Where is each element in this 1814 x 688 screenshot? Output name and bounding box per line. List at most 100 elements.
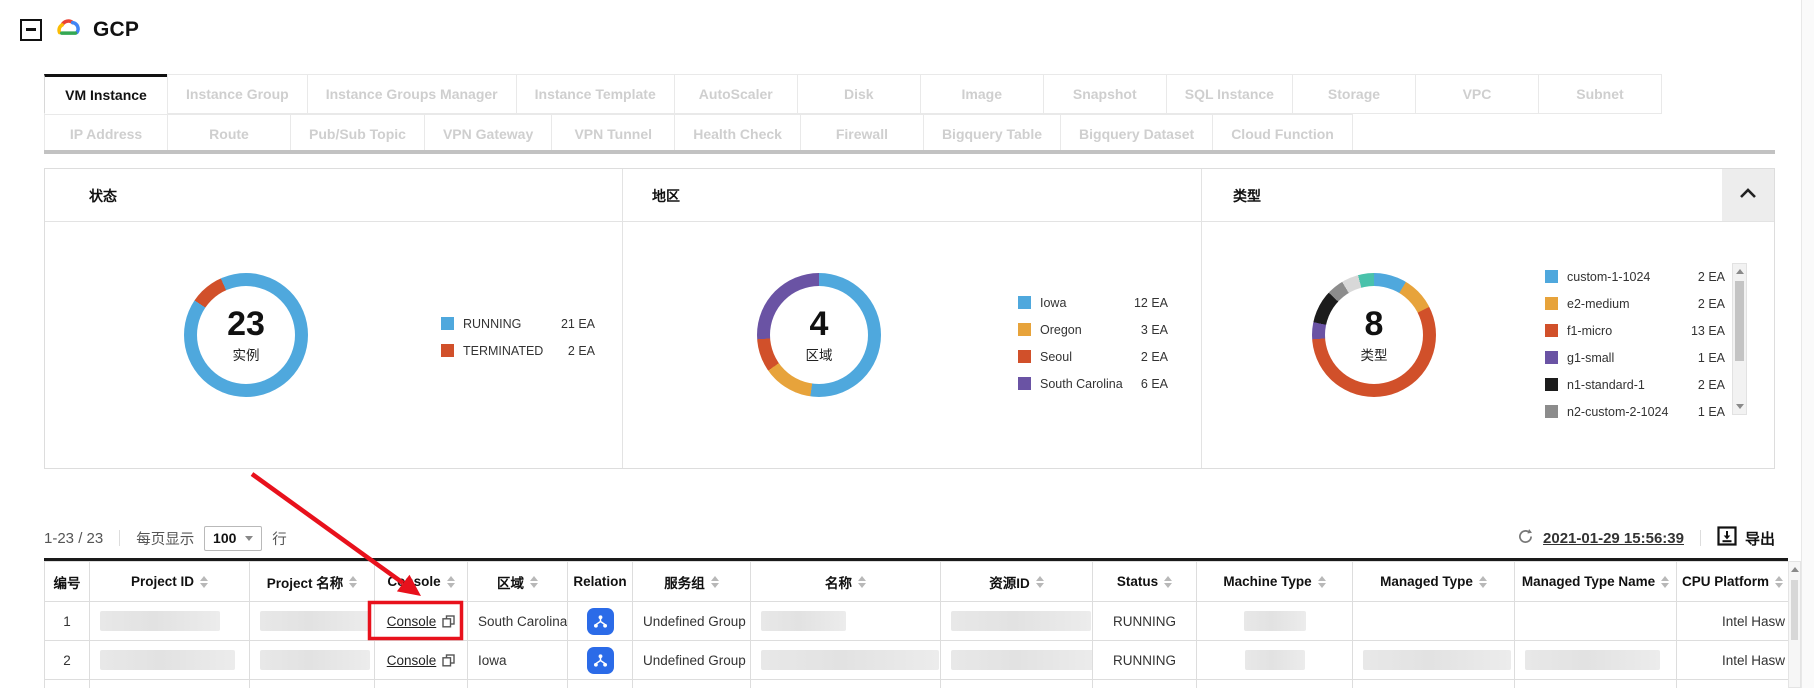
cell-service-group: Undefined Group xyxy=(633,602,751,641)
cell-empty xyxy=(90,680,250,688)
type-legend-scrollbar[interactable] xyxy=(1732,263,1747,415)
last-refresh-time[interactable]: 2021-01-29 15:56:39 xyxy=(1543,530,1684,547)
col-managed-type-name[interactable]: Managed Type Name xyxy=(1515,562,1677,602)
legend-item: RUNNING21 EA xyxy=(441,310,595,337)
tab-route[interactable]: Route xyxy=(167,114,291,154)
scroll-up-icon[interactable] xyxy=(1736,269,1744,274)
cell-managed-type-name xyxy=(1515,641,1677,680)
legend-label: e2-medium xyxy=(1567,297,1630,311)
cell-machine-type xyxy=(1197,602,1353,641)
tab-snapshot[interactable]: Snapshot xyxy=(1043,74,1167,114)
scroll-up-icon[interactable] xyxy=(1791,567,1799,572)
tab-bigquery-dataset[interactable]: Bigquery Dataset xyxy=(1060,114,1213,154)
cell-service-group: Undefined Group xyxy=(633,641,751,680)
cell-empty xyxy=(1093,680,1197,688)
legend-swatch-icon xyxy=(1545,378,1558,391)
col-console[interactable]: Console xyxy=(375,562,468,602)
col-status[interactable]: Status xyxy=(1093,562,1197,602)
collapse-section-button[interactable] xyxy=(20,19,42,41)
scrollbar-thumb[interactable] xyxy=(1791,580,1798,640)
cell-empty xyxy=(468,680,568,688)
tab-subnet[interactable]: Subnet xyxy=(1538,74,1662,114)
tab-disk[interactable]: Disk xyxy=(797,74,921,114)
refresh-button[interactable] xyxy=(1517,528,1534,549)
column-label: 服务组 xyxy=(664,572,705,592)
column-label: Console xyxy=(387,574,440,589)
col-machine-type[interactable]: Machine Type xyxy=(1197,562,1353,602)
page-size-select[interactable]: 100 xyxy=(204,526,262,551)
relation-icon[interactable] xyxy=(587,608,614,635)
tab-instance-group[interactable]: Instance Group xyxy=(167,74,308,114)
page-vertical-scrollbar[interactable] xyxy=(1801,0,1814,688)
legend-label: Iowa xyxy=(1040,296,1066,310)
tab-autoscaler[interactable]: AutoScaler xyxy=(674,74,798,114)
instances-table: 编号 Project ID Project 名称 Console 区域Relation 服… xyxy=(44,561,1788,688)
legend-item: n1-standard-12 EA xyxy=(1545,371,1725,398)
export-button[interactable]: 导出 xyxy=(1717,526,1775,550)
cell-empty xyxy=(1677,680,1789,688)
col-project-name[interactable]: Project 名称 xyxy=(250,562,375,602)
tab-image[interactable]: Image xyxy=(920,74,1044,114)
sort-icon xyxy=(1036,576,1044,588)
region-donut-chart: 4 区域 xyxy=(757,273,881,397)
status-legend: RUNNING21 EATERMINATED2 EA xyxy=(441,310,595,364)
column-label: Project ID xyxy=(131,574,194,589)
cell-resource-id xyxy=(941,641,1093,680)
col-name[interactable]: 名称 xyxy=(751,562,941,602)
table-toolbar: 1-23 / 23 每页显示 100 行 2021-01-29 15:56:39 xyxy=(44,520,1775,556)
scroll-down-icon[interactable] xyxy=(1736,404,1744,409)
tab-firewall[interactable]: Firewall xyxy=(800,114,924,154)
cell-cpu-platform: Intel Hasw xyxy=(1677,602,1789,641)
cell-project-id xyxy=(90,641,250,680)
relation-icon[interactable] xyxy=(587,647,614,674)
col-cpu-platform[interactable]: CPU Platform xyxy=(1677,562,1789,602)
tab-instance-template[interactable]: Instance Template xyxy=(516,74,675,114)
tab-vpn-gateway[interactable]: VPN Gateway xyxy=(424,114,552,154)
legend-label: f1-micro xyxy=(1567,324,1612,338)
collapse-charts-button[interactable] xyxy=(1722,169,1774,221)
col-resource-id[interactable]: 资源ID xyxy=(941,562,1093,602)
cell-empty xyxy=(568,680,633,688)
tab-vpn-tunnel[interactable]: VPN Tunnel xyxy=(551,114,675,154)
tab-ip-address[interactable]: IP Address xyxy=(44,114,168,154)
redacted-value xyxy=(1245,650,1305,670)
cell-machine-type xyxy=(1197,641,1353,680)
sort-icon xyxy=(1661,576,1669,588)
column-label: Machine Type xyxy=(1223,574,1311,589)
google-cloud-logo-icon xyxy=(54,16,81,43)
region-unit-label: 区域 xyxy=(806,344,833,364)
tab-sql-instance[interactable]: SQL Instance xyxy=(1166,74,1293,114)
refresh-icon xyxy=(1517,528,1534,549)
table-vertical-scrollbar[interactable] xyxy=(1788,561,1801,688)
col-region[interactable]: 区域 xyxy=(468,562,568,602)
cell-empty xyxy=(250,680,375,688)
legend-swatch-icon xyxy=(1018,296,1031,309)
tab-instance-groups-manager[interactable]: Instance Groups Manager xyxy=(307,74,517,114)
tab-storage[interactable]: Storage xyxy=(1292,74,1416,114)
page-header: GCP xyxy=(20,16,139,43)
scrollbar-thumb[interactable] xyxy=(1735,281,1744,361)
col-project-id[interactable]: Project ID xyxy=(90,562,250,602)
col-managed-type[interactable]: Managed Type xyxy=(1353,562,1515,602)
region-donut-center: 4 区域 xyxy=(757,273,881,397)
tab-vm-instance[interactable]: VM Instance xyxy=(44,74,168,114)
console-link[interactable]: Console xyxy=(387,653,437,668)
table-row xyxy=(45,680,1789,688)
horizontal-scrollbar-thumb[interactable] xyxy=(44,150,1775,154)
column-label: 名称 xyxy=(825,572,852,592)
legend-swatch-icon xyxy=(1545,324,1558,337)
console-link[interactable]: Console xyxy=(387,614,437,629)
tab-bigquery-table[interactable]: Bigquery Table xyxy=(923,114,1061,154)
toolbar-divider xyxy=(1700,530,1701,546)
col-no[interactable]: 编号 xyxy=(45,562,90,602)
col-service-group[interactable]: 服务组 xyxy=(633,562,751,602)
toolbar-divider xyxy=(119,530,120,546)
legend-value: 2 EA xyxy=(1141,350,1168,364)
redacted-value xyxy=(100,611,220,631)
col-relation[interactable]: Relation xyxy=(568,562,633,602)
tab-vpc[interactable]: VPC xyxy=(1415,74,1539,114)
tab-health-check[interactable]: Health Check xyxy=(674,114,801,154)
table-header-row: 编号 Project ID Project 名称 Console 区域Relation 服… xyxy=(45,562,1789,602)
tab-cloud-function[interactable]: Cloud Function xyxy=(1212,114,1353,154)
tab-pubsub-topic[interactable]: Pub/Sub Topic xyxy=(290,114,425,154)
